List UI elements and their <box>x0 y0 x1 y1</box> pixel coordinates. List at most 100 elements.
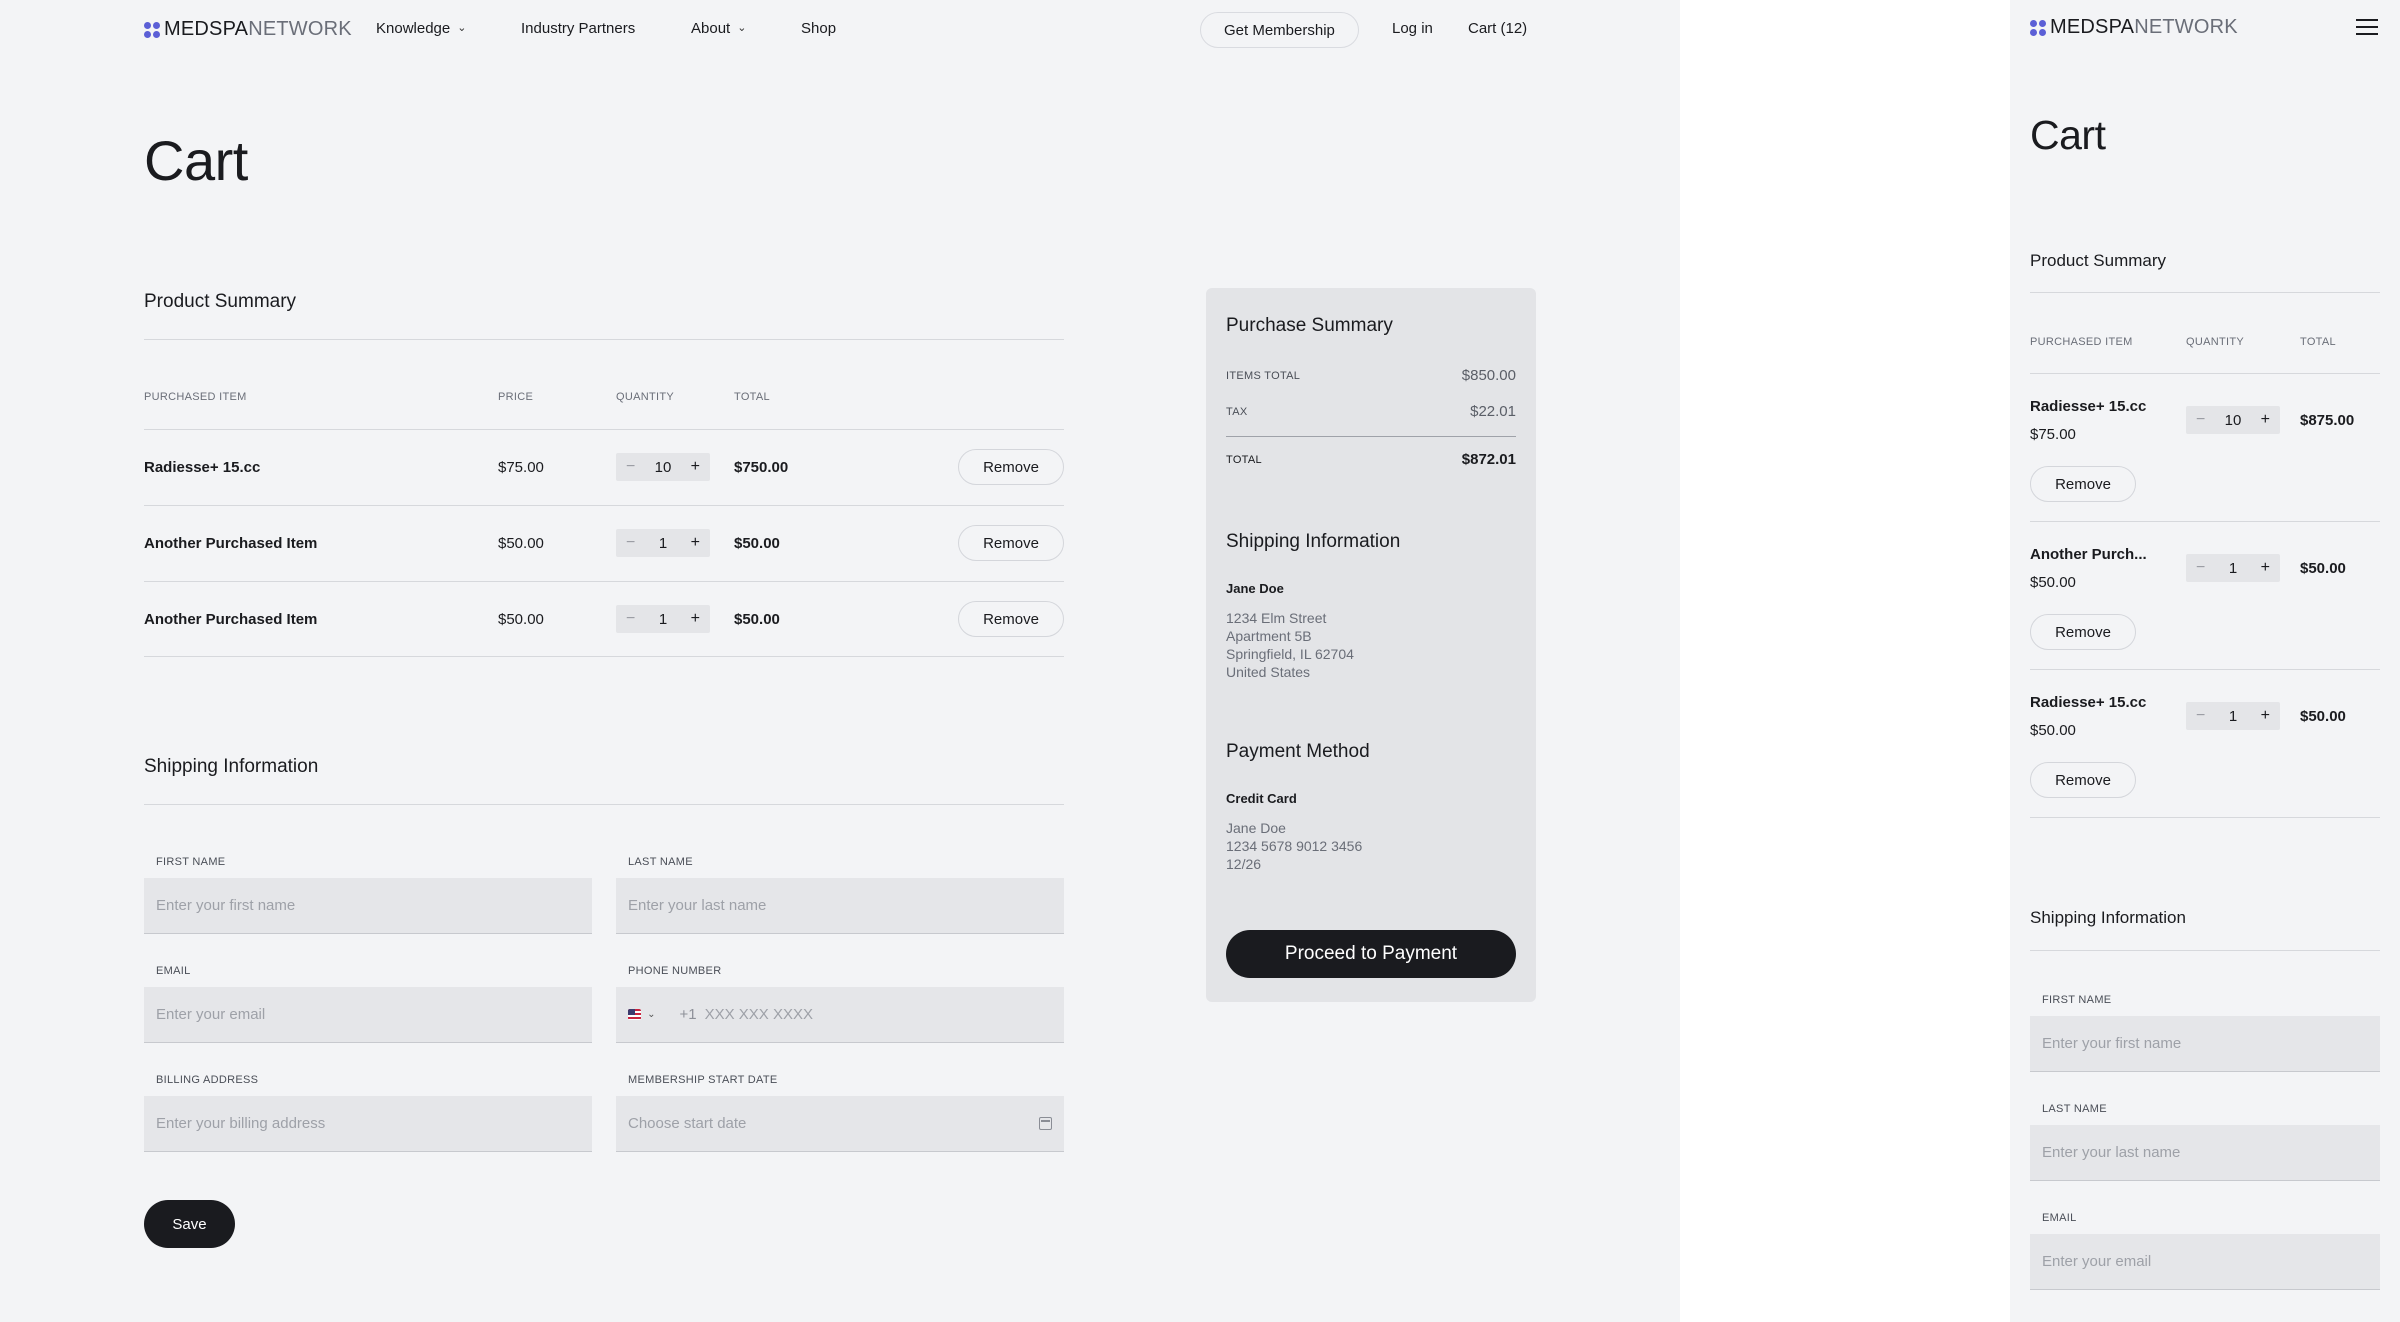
payment-type: Credit Card <box>1226 791 1297 806</box>
decrement-button[interactable]: − <box>2196 559 2205 577</box>
divider <box>1226 436 1516 437</box>
billing-address-field <box>144 1096 592 1152</box>
hamburger-menu-icon[interactable] <box>2356 19 2378 35</box>
divider <box>2030 950 2380 951</box>
table-row: Another Purchased Item $50.00 − 1 + $50.… <box>144 581 1064 657</box>
increment-button[interactable]: + <box>691 534 700 552</box>
login-label: Log in <box>1392 20 1433 37</box>
first-name-field <box>144 878 592 934</box>
increment-button[interactable]: + <box>2261 707 2270 725</box>
quantity-stepper: − 1 + <box>2186 702 2280 730</box>
proceed-to-payment-button[interactable]: Proceed to Payment <box>1226 930 1516 978</box>
first-name-input[interactable] <box>2042 1035 2368 1052</box>
quantity-value[interactable]: 1 <box>2229 560 2237 577</box>
increment-button[interactable]: + <box>691 610 700 628</box>
first-name-label: FIRST NAME <box>2042 994 2112 1006</box>
purchase-summary-title: Purchase Summary <box>1226 315 1393 336</box>
increment-button[interactable]: + <box>2261 559 2270 577</box>
payment-line: 12/26 <box>1226 856 1262 872</box>
items-total-value: $850.00 <box>1461 367 1516 384</box>
page-title: Cart <box>2030 112 2106 158</box>
column-header-item: PURCHASED ITEM <box>144 391 247 403</box>
quantity-value[interactable]: 1 <box>659 611 667 628</box>
total-value: $872.01 <box>1461 451 1516 468</box>
decrement-button[interactable]: − <box>626 534 635 552</box>
item-name: Another Purch... <box>2030 546 2147 563</box>
login-link[interactable]: Log in <box>1392 20 1433 37</box>
logo-mark-icon <box>2030 19 2046 36</box>
last-name-input[interactable] <box>628 897 1052 914</box>
total-label: TOTAL <box>1226 454 1262 466</box>
list-item: Radiesse+ 15.cc $50.00 − 1 + $50.00 Remo… <box>2030 669 2380 818</box>
decrement-button[interactable]: − <box>2196 707 2205 725</box>
chevron-down-icon: ⌄ <box>737 22 747 34</box>
shipping-name: Jane Doe <box>1226 581 1284 596</box>
brand-logo[interactable]: MEDSPA NETWORK <box>2030 16 2238 39</box>
remove-button[interactable]: Remove <box>958 525 1064 561</box>
decrement-button[interactable]: − <box>2196 411 2205 429</box>
nav-knowledge-label: Knowledge <box>376 20 451 37</box>
item-price: $50.00 <box>498 611 544 628</box>
nav-industry-partners[interactable]: Industry Partners <box>521 20 635 37</box>
quantity-value[interactable]: 1 <box>2229 708 2237 725</box>
nav-knowledge[interactable]: Knowledge ⌄ <box>376 20 466 37</box>
remove-button[interactable]: Remove <box>2030 466 2136 502</box>
get-membership-button[interactable]: Get Membership <box>1200 12 1359 48</box>
remove-button[interactable]: Remove <box>2030 614 2136 650</box>
email-label: EMAIL <box>156 965 191 977</box>
billing-address-label: BILLING ADDRESS <box>156 1074 259 1086</box>
first-name-input[interactable] <box>156 897 580 914</box>
decrement-button[interactable]: − <box>626 610 635 628</box>
last-name-field <box>2030 1125 2380 1181</box>
quantity-value[interactable]: 1 <box>659 535 667 552</box>
billing-address-input[interactable] <box>156 1115 580 1132</box>
increment-button[interactable]: + <box>691 458 700 476</box>
calendar-icon[interactable] <box>1039 1117 1052 1130</box>
brand-logo[interactable]: MEDSPA NETWORK <box>144 18 352 41</box>
address-line: Springfield, IL 62704 <box>1226 646 1354 662</box>
logo-mark-icon <box>144 21 160 38</box>
quantity-value[interactable]: 10 <box>2225 412 2242 429</box>
desktop-view: MEDSPA NETWORK Knowledge ⌄ Industry Part… <box>0 0 1680 1322</box>
item-price: $50.00 <box>498 535 544 552</box>
item-name: Radiesse+ 15.cc <box>144 459 261 476</box>
us-flag-icon[interactable] <box>628 1009 642 1020</box>
phone-input[interactable] <box>704 1006 1052 1023</box>
phone-label: PHONE NUMBER <box>628 965 722 977</box>
start-date-input[interactable] <box>628 1115 1039 1132</box>
column-header-price: PRICE <box>498 391 534 403</box>
shipping-information-title: Shipping Information <box>144 756 319 777</box>
divider <box>2030 292 2380 293</box>
payment-method-title: Payment Method <box>1226 741 1370 762</box>
email-input[interactable] <box>156 1006 580 1023</box>
items-total-label: ITEMS TOTAL <box>1226 370 1301 382</box>
save-button[interactable]: Save <box>144 1200 235 1248</box>
divider <box>144 804 1064 805</box>
nav-shop[interactable]: Shop <box>801 20 836 37</box>
quantity-stepper: − 1 + <box>616 605 710 633</box>
list-item: Radiesse+ 15.cc $75.00 − 10 + $875.00 Re… <box>2030 373 2380 521</box>
remove-button[interactable]: Remove <box>958 601 1064 637</box>
nav-about-label: About <box>691 20 731 37</box>
item-name: Another Purchased Item <box>144 535 318 552</box>
remove-button[interactable]: Remove <box>958 449 1064 485</box>
remove-button[interactable]: Remove <box>2030 762 2136 798</box>
quantity-value[interactable]: 10 <box>655 459 672 476</box>
nav-about[interactable]: About ⌄ <box>691 20 746 37</box>
last-name-input[interactable] <box>2042 1144 2368 1161</box>
chevron-down-icon[interactable]: ⌄ <box>647 1009 655 1020</box>
decrement-button[interactable]: − <box>626 458 635 476</box>
address-line: United States <box>1226 664 1311 680</box>
tax-value: $22.01 <box>1470 403 1516 420</box>
email-input[interactable] <box>2042 1253 2368 1270</box>
top-navigation: MEDSPA NETWORK Knowledge ⌄ Industry Part… <box>0 0 1680 60</box>
increment-button[interactable]: + <box>2261 411 2270 429</box>
item-price: $75.00 <box>2030 426 2076 443</box>
cart-link[interactable]: Cart (12) <box>1468 20 1527 37</box>
item-total: $750.00 <box>734 459 789 476</box>
last-name-field <box>616 878 1064 934</box>
payment-line: 1234 5678 9012 3456 <box>1226 838 1363 854</box>
first-name-field <box>2030 1016 2380 1072</box>
item-name: Another Purchased Item <box>144 611 318 628</box>
start-date-field <box>616 1096 1064 1152</box>
